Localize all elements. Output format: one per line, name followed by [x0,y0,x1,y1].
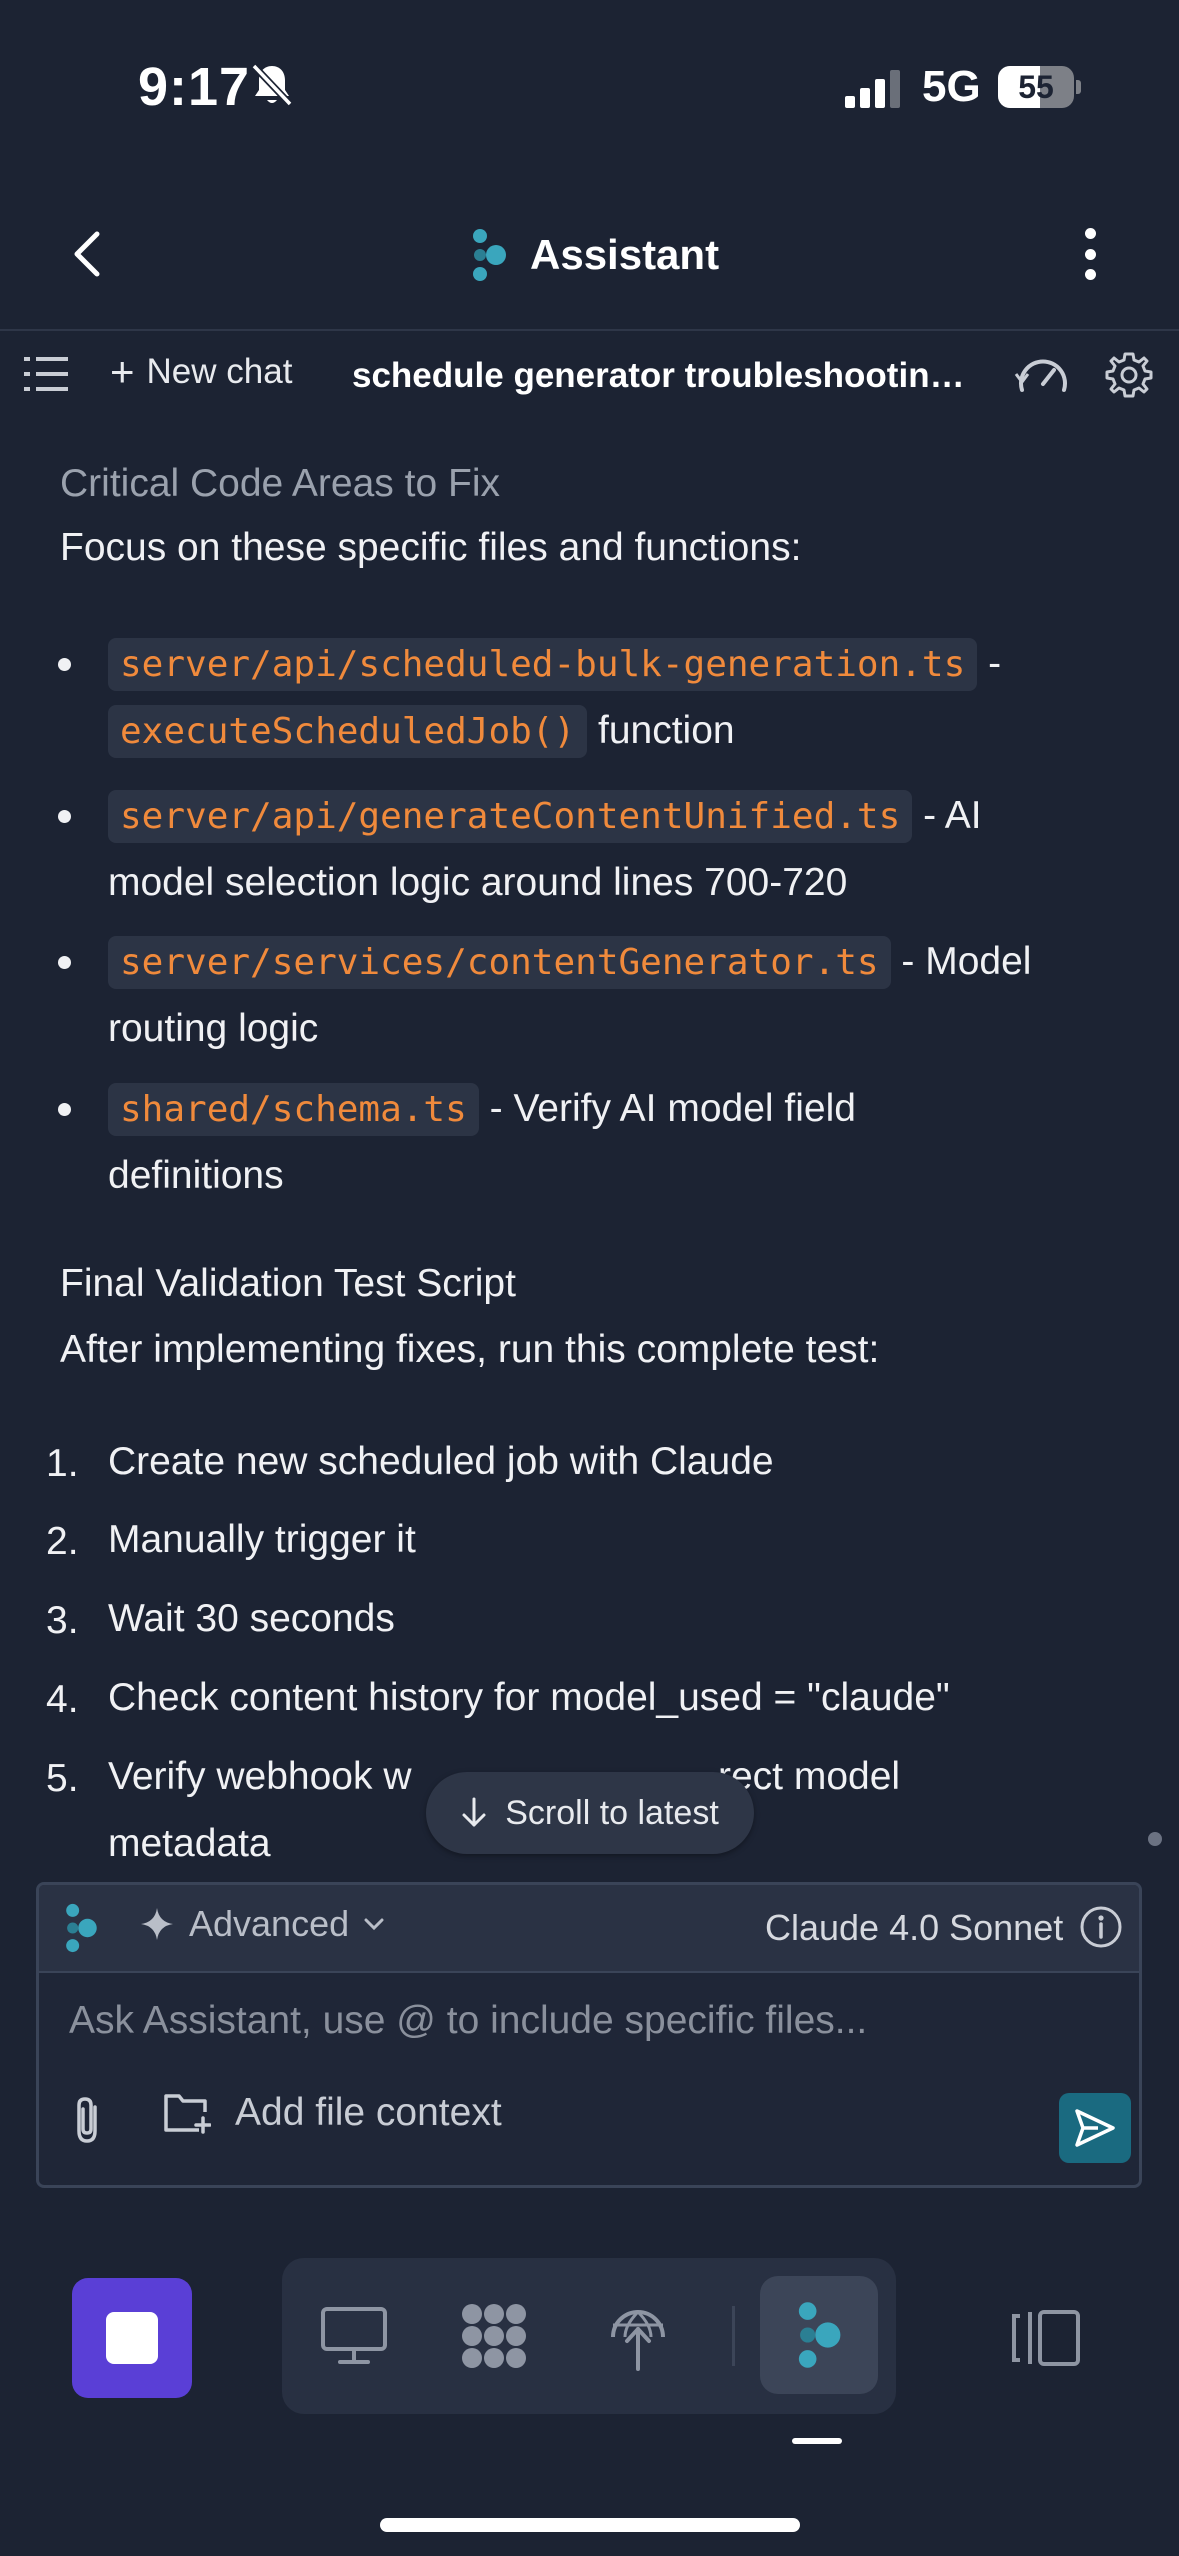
list-item: server/services/contentGenerator.ts - Mo… [108,928,1138,997]
bottom-dock [282,2258,896,2414]
status-time: 9:17 [138,57,251,117]
assistant-logo-icon [473,229,506,281]
step-item: Create new scheduled job with Claude [108,1440,774,1483]
chat-list-icon[interactable] [24,354,70,394]
back-button[interactable] [56,224,116,284]
list-item-continuation: executeScheduledJob() function [108,697,1138,766]
input-panel-header: Advanced Claude 4.0 Sonnet [39,1885,1139,1973]
step-item: Wait 30 seconds [108,1597,395,1640]
dock-item-assistant[interactable] [760,2276,878,2394]
list-item: server/api/scheduled-bulk-generation.ts … [108,630,1138,699]
model-selector[interactable]: Claude 4.0 Sonnet [765,1907,1063,1949]
more-options-button[interactable] [1070,224,1110,284]
chat-input-panel: Advanced Claude 4.0 Sonnet Ask Assistant… [36,1882,1142,2188]
send-icon [1075,2109,1115,2147]
stop-button[interactable] [72,2278,192,2398]
folder-plus-icon [164,2094,211,2134]
bullet-dot [58,810,71,823]
bullet-dot [58,1103,71,1116]
step-number: 2. [46,1520,79,1563]
list-item: server/api/generateContentUnified.ts - A… [108,782,1138,851]
new-chat-label: New chat [146,352,293,391]
home-indicator [380,2518,800,2532]
gear-icon[interactable] [1104,350,1154,400]
monitor-icon [321,2307,387,2364]
step-item: Check content history for model_used = "… [108,1676,950,1719]
chevron-left-icon [74,231,100,277]
dock-item-deploy[interactable] [588,2286,688,2386]
chat-input[interactable]: Ask Assistant, use @ to include specific… [69,1999,867,2043]
sparkle-icon [141,1908,173,1940]
more-dot [1084,269,1096,280]
dock-item-apps[interactable] [444,2286,544,2386]
more-dot [1084,248,1096,260]
list-item: shared/schema.ts - Verify AI model field [108,1075,1138,1144]
mode-label: Advanced [189,1903,350,1944]
list-item-text: - Model [890,940,1032,983]
list-item-continuation: routing logic [108,1007,319,1050]
code-span: executeScheduledJob() [108,705,588,758]
cell-signal-icon [845,70,900,108]
arrow-down-icon [462,1797,486,1827]
section-heading: Critical Code Areas to Fix [60,462,500,505]
header-title-group: Assistant [470,228,719,282]
dock-separator [732,2306,735,2366]
battery-percent: 55 [1018,69,1054,105]
step-number: 3. [46,1599,79,1642]
step-number: 5. [46,1757,79,1800]
speedometer-icon[interactable] [1014,352,1072,398]
dots-grid-icon [462,2304,526,2368]
add-file-context-label: Add file context [235,2091,502,2134]
paperclip-icon[interactable] [67,2095,111,2145]
list-item-text: - Verify AI model field [478,1087,856,1130]
code-span: shared/schema.ts [108,1083,479,1136]
new-chat-button[interactable]: + New chat [110,348,293,395]
bell-muted-icon [251,63,293,107]
stop-icon [106,2312,158,2364]
assistant-logo-icon [66,1903,97,1953]
step-number: 1. [46,1442,79,1485]
assistant-logo-icon [798,2302,841,2368]
chat-message-content: Critical Code Areas to Fix Focus on thes… [0,440,1179,1880]
chat-title[interactable]: schedule generator troubleshooting ... [352,356,982,396]
more-dot [1084,228,1096,239]
bullet-dot [58,956,71,969]
send-button[interactable] [1059,2093,1131,2163]
app-header: Assistant [0,200,1179,310]
list-item-text: - [977,642,1002,685]
step-number: 4. [46,1678,79,1721]
split-panel-icon[interactable] [1010,2308,1082,2368]
scroll-to-latest-button[interactable]: Scroll to latest [426,1772,754,1854]
list-item-continuation: definitions [108,1154,284,1197]
plus-icon: + [110,348,135,395]
header-divider [0,329,1179,331]
code-span: server/api/scheduled-bulk-generation.ts [108,638,978,691]
code-span: server/services/contentGenerator.ts [108,936,891,989]
chat-toolbar: + New chat schedule generator troublesho… [0,340,1179,410]
section-intro: After implementing fixes, run this compl… [60,1328,880,1371]
dock-item-console[interactable] [304,2286,404,2386]
active-tab-indicator [792,2438,842,2444]
list-item-text: - AI [912,794,982,837]
list-item-text: function [587,709,735,752]
network-type: 5G [922,62,981,111]
chevron-down-icon [364,1918,384,1931]
step-item: Manually trigger it [108,1518,416,1561]
add-file-context-button[interactable]: Add file context [163,2091,502,2135]
section-heading: Final Validation Test Script [60,1262,516,1305]
info-icon[interactable] [1079,1905,1123,1949]
list-item-continuation: model selection logic around lines 700-7… [108,861,848,904]
bullet-dot [58,658,71,671]
mode-dropdown[interactable]: Advanced [139,1903,385,1945]
battery-icon: 55 [998,66,1081,108]
code-span: server/api/generateContentUnified.ts [108,790,913,843]
scroll-to-latest-label: Scroll to latest [505,1793,719,1832]
section-intro: Focus on these specific files and functi… [60,526,802,569]
globe-deploy-icon [611,2310,665,2371]
scrollbar-indicator[interactable] [1148,1832,1162,1846]
page-title: Assistant [530,231,720,278]
status-bar: 9:17 5G 55 [0,0,1179,150]
step-text: Verify webhook w [108,1755,412,1798]
